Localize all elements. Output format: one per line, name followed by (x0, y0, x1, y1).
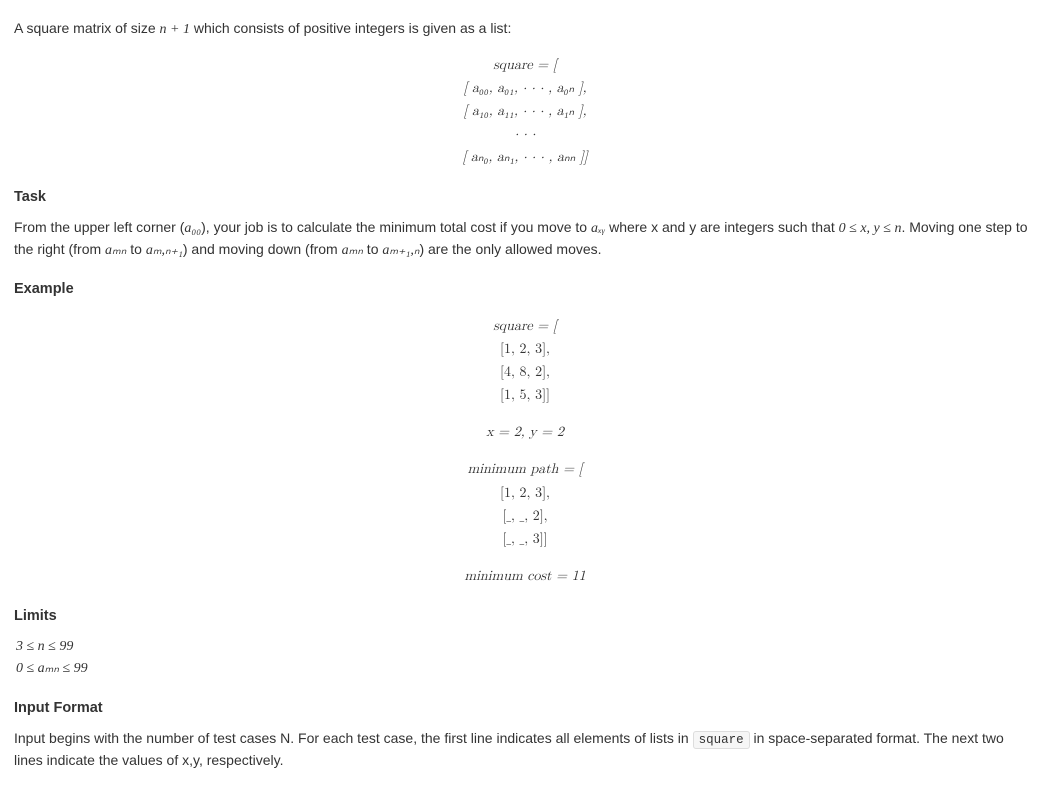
input-text-a: Input begins with the number of test cas… (14, 730, 693, 746)
intro-paragraph: A square matrix of size n + 1 which cons… (14, 18, 1036, 40)
task-text: to (126, 241, 145, 257)
matrix-row1: [ a₁₀, a₁₁, · · · , a₁ₙ ], (14, 100, 1036, 123)
task-am1n: aₘ₊₁,ₙ (382, 243, 419, 258)
example-xy-value: x = 2, y = 2 (14, 421, 1036, 444)
task-amn2: aₘₙ (342, 243, 363, 258)
task-paragraph: From the upper left corner (a₀₀), your j… (14, 217, 1036, 261)
limits-l2: 0 ≤ aₘₙ ≤ 99 (16, 661, 88, 676)
task-text: to (363, 241, 382, 257)
task-text: ) are the only allowed moves. (419, 241, 601, 257)
example-minpath-r0: [1, 2, 3], (14, 482, 1036, 505)
intro-n-expr: n + 1 (160, 22, 190, 37)
input-code-square: square (693, 731, 750, 749)
task-text: From the upper left corner ( (14, 219, 184, 235)
example-minpath: minimum path = [ [1, 2, 3], [_, _, 2], [… (14, 458, 1036, 550)
limits-block: 3 ≤ n ≤ 99 0 ≤ aₘₙ ≤ 99 (16, 636, 1036, 681)
task-text: ), your job is to calculate the minimum … (201, 219, 591, 235)
example-square-r0: [1, 2, 3], (14, 338, 1036, 361)
limits-l1: 3 ≤ n ≤ 99 (16, 639, 73, 654)
task-a00: a₀₀ (184, 221, 201, 236)
example-square-r2: [1, 5, 3]] (14, 384, 1036, 407)
example-minpath-r1: [_, _, 2], (14, 505, 1036, 528)
task-amn: aₘₙ (105, 243, 126, 258)
example-cost: minimum cost = 11 (14, 565, 1036, 588)
task-text: ) and moving down (from (183, 241, 342, 257)
task-axy: aₓᵧ (591, 221, 605, 236)
task-heading: Task (14, 187, 1036, 209)
task-amn1: aₘ,ₙ₊₁ (146, 243, 183, 258)
example-heading: Example (14, 279, 1036, 301)
task-text: where x and y are integers such that (605, 219, 838, 235)
limits-heading: Limits (14, 606, 1036, 628)
intro-text-a: A square matrix of size (14, 20, 160, 36)
intro-text-b: which consists of positive integers is g… (190, 20, 511, 36)
example-cost-value: minimum cost = 11 (14, 565, 1036, 588)
matrix-dots: · · · (14, 123, 1036, 146)
matrix-definition: square = [ [ a₀₀, a₀₁, · · · , a₀ₙ ], [ … (14, 54, 1036, 169)
example-square: square = [ [1, 2, 3], [4, 8, 2], [1, 5, … (14, 315, 1036, 407)
matrix-rown: [ aₙ₀, aₙ₁, · · · , aₙₙ ]] (14, 146, 1036, 169)
example-minpath-r2: [_, _, 3]] (14, 528, 1036, 551)
input-heading: Input Format (14, 698, 1036, 720)
task-range: 0 ≤ x, y ≤ n (839, 221, 902, 236)
example-square-r1: [4, 8, 2], (14, 361, 1036, 384)
example-square-label: square = [ (14, 315, 1036, 338)
example-xy: x = 2, y = 2 (14, 421, 1036, 444)
input-paragraph: Input begins with the number of test cas… (14, 728, 1036, 771)
example-minpath-label: minimum path = [ (14, 458, 1036, 481)
matrix-line0: square = [ (14, 54, 1036, 77)
matrix-row0: [ a₀₀, a₀₁, · · · , a₀ₙ ], (14, 77, 1036, 100)
